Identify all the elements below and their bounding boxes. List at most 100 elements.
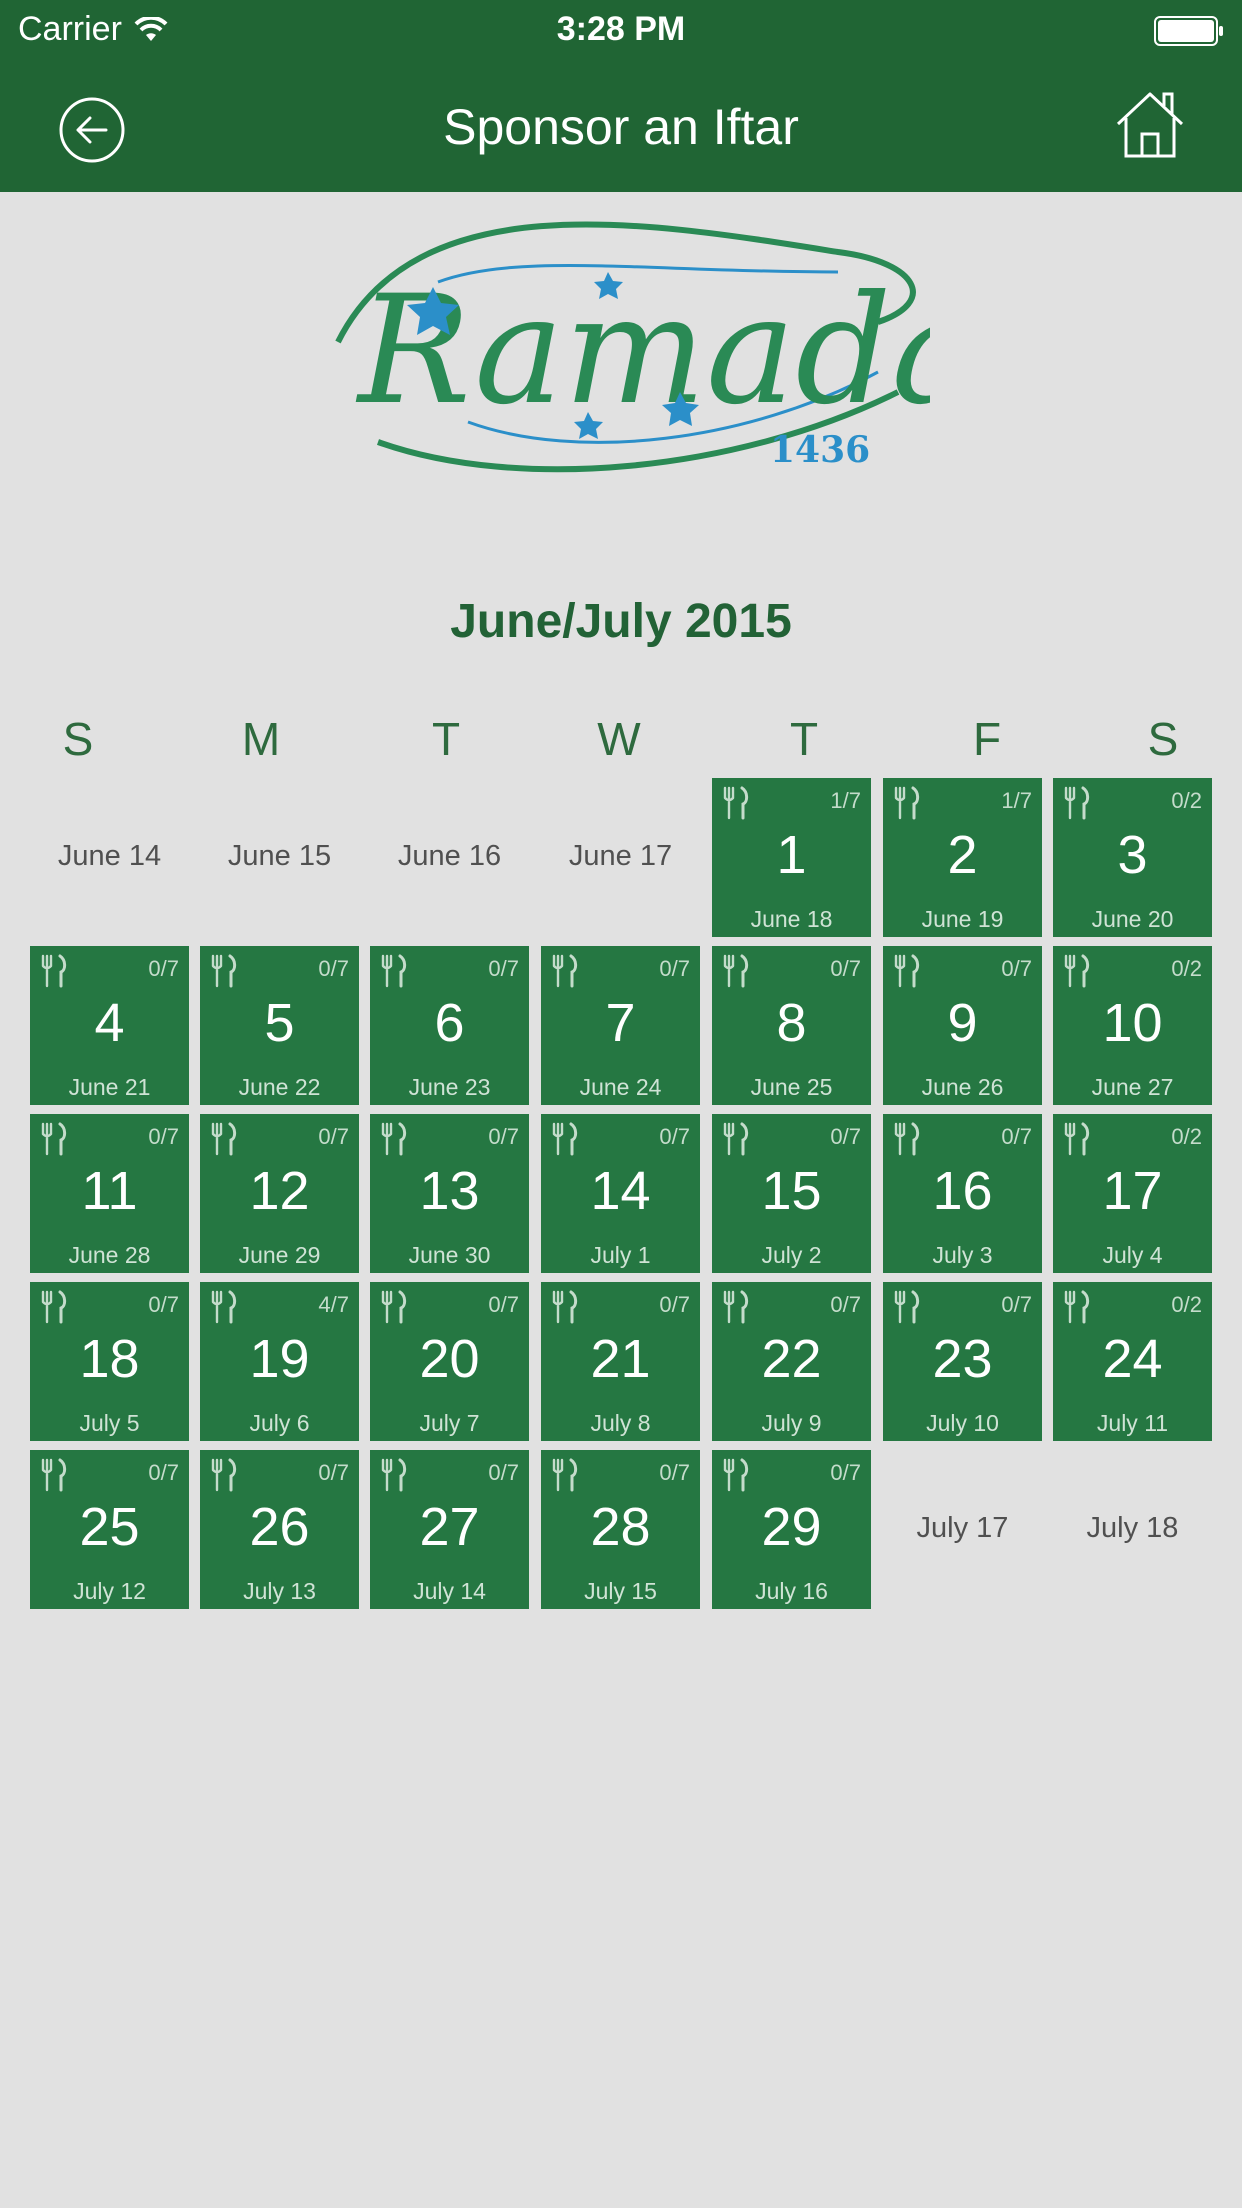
ramadan-day-number: 1 — [776, 825, 807, 885]
ramadan-day-cell[interactable]: 0/2 10 June 27 — [1053, 946, 1212, 1105]
sponsor-count: 0/7 — [659, 1460, 690, 1485]
fork-knife-icon — [552, 954, 578, 988]
sponsor-count: 0/2 — [1171, 788, 1202, 813]
ramadan-day-cell[interactable]: 0/7 25 July 12 — [30, 1450, 189, 1609]
ramadan-logo: Ramadan 1436 — [335, 221, 930, 473]
ramadan-day-number: 17 — [1102, 1161, 1163, 1221]
ramadan-day-cell[interactable]: 0/7 5 June 22 — [200, 946, 359, 1105]
ramadan-day-number: 27 — [419, 1497, 480, 1557]
outside-day-date: June 17 — [568, 840, 673, 872]
outside-day-date: July 17 — [916, 1512, 1009, 1544]
sponsor-count: 0/7 — [830, 956, 861, 981]
gregorian-date: July 4 — [1102, 1242, 1163, 1268]
ramadan-day-number: 12 — [249, 1161, 310, 1221]
ramadan-day-number: 24 — [1102, 1329, 1163, 1389]
ramadan-day-cell[interactable]: 0/7 22 July 9 — [712, 1282, 871, 1441]
status-time: 3:28 PM — [556, 10, 686, 48]
gregorian-date: July 2 — [761, 1242, 822, 1268]
month-title: June/July 2015 — [450, 595, 792, 648]
gregorian-date: July 14 — [413, 1578, 486, 1604]
fork-knife-icon — [211, 1458, 237, 1492]
gregorian-date: July 16 — [755, 1578, 828, 1604]
fork-knife-icon — [894, 1290, 920, 1324]
ramadan-day-cell[interactable]: 0/7 6 June 23 — [370, 946, 529, 1105]
ramadan-day-number: 15 — [761, 1161, 822, 1221]
fork-knife-icon — [381, 1122, 407, 1156]
outside-day-cell: July 18 — [1053, 1450, 1212, 1609]
gregorian-date: July 13 — [243, 1578, 316, 1604]
ramadan-day-number: 22 — [761, 1329, 822, 1389]
sponsor-count: 0/7 — [1001, 1292, 1032, 1317]
fork-knife-icon — [552, 1122, 578, 1156]
gregorian-date: July 10 — [926, 1410, 999, 1436]
sponsor-count: 0/7 — [318, 956, 349, 981]
ramadan-day-cell[interactable]: 0/7 18 July 5 — [30, 1282, 189, 1441]
outside-day-cell: June 15 — [200, 778, 359, 937]
ramadan-day-cell[interactable]: 0/7 27 July 14 — [370, 1450, 529, 1609]
ramadan-day-cell[interactable]: 0/7 12 June 29 — [200, 1114, 359, 1273]
logo-year: 1436 — [770, 429, 870, 471]
fork-knife-icon — [41, 1122, 67, 1156]
ramadan-day-cell[interactable]: 0/2 17 July 4 — [1053, 1114, 1212, 1273]
outside-day-cell: June 16 — [370, 778, 529, 937]
ramadan-day-cell[interactable]: 0/7 28 July 15 — [541, 1450, 700, 1609]
ramadan-day-number: 16 — [932, 1161, 993, 1221]
status-bar: Carrier 3:28 PM — [0, 0, 1242, 62]
ramadan-day-number: 6 — [434, 993, 465, 1053]
sponsor-count: 1/7 — [830, 788, 861, 813]
fork-knife-icon — [381, 1290, 407, 1324]
gregorian-date: July 3 — [932, 1242, 993, 1268]
sponsor-count: 0/2 — [1171, 1292, 1202, 1317]
ramadan-day-cell[interactable]: 0/7 15 July 2 — [712, 1114, 871, 1273]
sponsor-count: 0/7 — [148, 1460, 179, 1485]
ramadan-day-cell[interactable]: 1/7 2 June 19 — [883, 778, 1042, 937]
ramadan-day-number: 9 — [947, 993, 978, 1053]
sponsor-count: 0/7 — [148, 1292, 179, 1317]
sponsor-count: 0/7 — [830, 1292, 861, 1317]
ramadan-day-cell[interactable]: 0/7 4 June 21 — [30, 946, 189, 1105]
ramadan-day-cell[interactable]: 0/7 14 July 1 — [541, 1114, 700, 1273]
fork-knife-icon — [41, 1458, 67, 1492]
gregorian-date: July 12 — [73, 1578, 146, 1604]
ramadan-day-cell[interactable]: 0/7 16 July 3 — [883, 1114, 1042, 1273]
ramadan-day-cell[interactable]: 0/2 3 June 20 — [1053, 778, 1212, 937]
ramadan-day-cell[interactable]: 0/7 11 June 28 — [30, 1114, 189, 1273]
ramadan-day-number: 11 — [81, 1161, 138, 1221]
ramadan-day-cell[interactable]: 0/2 24 July 11 — [1053, 1282, 1212, 1441]
fork-knife-icon — [211, 1290, 237, 1324]
ramadan-day-number: 25 — [79, 1497, 140, 1557]
fork-knife-icon — [723, 1290, 749, 1324]
fork-knife-icon — [41, 1290, 67, 1324]
outside-day-cell: July 17 — [883, 1450, 1042, 1609]
ramadan-day-cell[interactable]: 0/7 23 July 10 — [883, 1282, 1042, 1441]
ramadan-day-cell[interactable]: 0/7 13 June 30 — [370, 1114, 529, 1273]
ramadan-day-cell[interactable]: 0/7 20 July 7 — [370, 1282, 529, 1441]
sponsor-count: 0/7 — [488, 956, 519, 981]
fork-knife-icon — [1064, 1122, 1090, 1156]
outside-day-date: June 16 — [397, 840, 502, 872]
gregorian-date: July 11 — [1096, 1410, 1169, 1436]
ramadan-day-cell[interactable]: 0/7 9 June 26 — [883, 946, 1042, 1105]
ramadan-day-cell[interactable]: 0/7 7 June 24 — [541, 946, 700, 1105]
gregorian-date: June 19 — [921, 906, 1004, 932]
ramadan-day-cell[interactable]: 4/7 19 July 6 — [200, 1282, 359, 1441]
home-icon[interactable] — [1114, 88, 1186, 160]
ramadan-day-cell[interactable]: 0/7 29 July 16 — [712, 1450, 871, 1609]
ramadan-day-number: 10 — [1102, 993, 1163, 1053]
gregorian-date: June 26 — [921, 1074, 1004, 1100]
ramadan-day-cell[interactable]: 0/7 21 July 8 — [541, 1282, 700, 1441]
outside-day-date: June 14 — [57, 840, 162, 872]
sponsor-count: 0/7 — [318, 1124, 349, 1149]
gregorian-date: June 24 — [579, 1074, 662, 1100]
weekday-label: T — [431, 713, 461, 765]
ramadan-day-cell[interactable]: 0/7 26 July 13 — [200, 1450, 359, 1609]
gregorian-date: July 7 — [419, 1410, 480, 1436]
ramadan-day-cell[interactable]: 1/7 1 June 18 — [712, 778, 871, 937]
ramadan-day-number: 7 — [605, 993, 636, 1053]
weekday-label: M — [241, 713, 281, 765]
ramadan-day-cell[interactable]: 0/7 8 June 25 — [712, 946, 871, 1105]
fork-knife-icon — [1064, 786, 1090, 820]
sponsor-count: 0/7 — [1001, 1124, 1032, 1149]
sponsor-count: 0/7 — [659, 1124, 690, 1149]
ramadan-day-number: 3 — [1117, 825, 1148, 885]
